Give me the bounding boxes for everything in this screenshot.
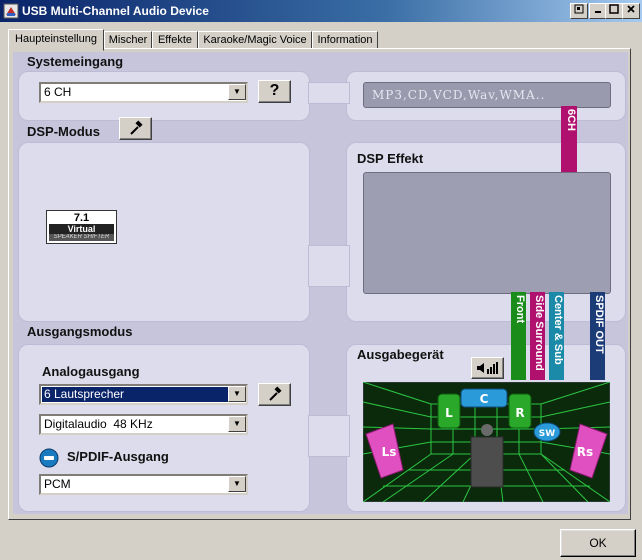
speaker-l-label: L [445,406,453,420]
connector [308,82,350,104]
center-sub-label: Center & Sub [552,295,564,365]
speaker-rs-label: Rs [577,445,593,459]
help-button[interactable]: ? [258,80,291,103]
dsp-mode-config-button[interactable] [119,117,152,140]
spdif-output-label: S/PDIF-Ausgang [67,449,169,464]
spdif-out-bar: SPDIF OUT [590,292,605,380]
tab-haupteinstellung[interactable]: Haupteinstellung [8,29,104,51]
analog-output-label: Analogausgang [42,364,140,379]
connector [308,415,350,457]
system-input-value: 6 CH [44,85,72,99]
ok-button[interactable]: OK [560,529,636,557]
input-format-text: MP3,CD,VCD,Wav,WMA.. [372,88,546,102]
virtual-speaker-shifter-badge: 7.1 Virtual SPEAKER SHIFTER [46,210,117,244]
dsp-effect-display [363,172,611,294]
dsp-effect-label: DSP Effekt [357,151,424,166]
speaker-volume-button[interactable] [471,357,504,379]
tab-label: Mischer [108,34,148,46]
minimize-icon [595,11,601,13]
tab-label: Information [317,34,373,46]
help-button-label: ? [269,82,280,99]
chevron-down-icon[interactable]: ▼ [228,84,246,100]
spdif-format-value: PCM [44,477,71,491]
analog-output-select[interactable]: 6 Lautsprecher ▼ [39,384,248,405]
title-bar[interactable]: USB Multi-Channel Audio Device [0,0,642,22]
app-icon [3,3,19,19]
center-sub-bar: Center & Sub [549,292,564,380]
close-button[interactable] [622,3,640,19]
analog-config-button[interactable] [258,383,291,406]
badge-top: 7.1 [73,212,90,224]
close-icon [627,5,635,13]
hammer-icon [129,120,143,135]
window-title: USB Multi-Channel Audio Device [22,4,209,18]
dsp-mode-label: DSP-Modus [27,124,100,139]
speaker-room-visual: L R C SW Ls Rs [363,382,610,502]
spdif-toggle-icon[interactable] [39,448,59,468]
spdif-format-select[interactable]: PCM ▼ [39,474,248,495]
badge-bottom: SPEAKER SHIFTER [49,234,114,241]
volume-bars-icon [476,362,498,374]
tab-label: Haupteinstellung [15,33,97,45]
output-device-label: Ausgabegerät [357,347,444,362]
speaker-r-label: R [515,406,524,420]
chevron-down-icon[interactable]: ▼ [228,476,246,492]
speaker-c-label: C [480,392,489,406]
digital-audio-select[interactable]: Digitalaudio 48 KHz ▼ [39,414,248,435]
connector [308,245,350,287]
six-channel-tag: 6CH [561,106,577,172]
chevron-down-icon[interactable]: ▼ [228,416,246,432]
side-surround-bar: Side Surround [530,292,545,380]
output-mode-label: Ausgangsmodus [27,324,133,339]
tab-label: Karaoke/Magic Voice [203,34,307,46]
front-bar-label: Front [514,295,526,324]
tab-label: Effekte [157,34,193,46]
ok-button-label: OK [589,536,607,550]
maximize-button[interactable] [605,3,623,19]
side-surround-label: Side Surround [533,295,545,371]
six-channel-text: 6CH [565,109,577,132]
speaker-ls-label: Ls [382,445,397,459]
analog-output-value: 6 Lautsprecher [42,387,228,402]
system-input-label: Systemeingang [27,54,124,69]
context-help-icon [574,4,584,14]
badge-mid: Virtual [49,224,114,234]
system-input-select[interactable]: 6 CH ▼ [39,82,248,103]
digital-audio-value: Digitalaudio 48 KHz [44,417,153,431]
front-bar: Front [511,292,526,380]
chevron-down-icon[interactable]: ▼ [228,386,246,402]
input-format-display: MP3,CD,VCD,Wav,WMA.. [363,82,611,108]
hammer-icon [268,386,282,401]
spdif-out-label: SPDIF OUT [593,295,605,354]
help-title-button[interactable] [570,3,588,19]
speaker-sw-label: SW [539,429,555,439]
maximize-icon [609,4,619,14]
